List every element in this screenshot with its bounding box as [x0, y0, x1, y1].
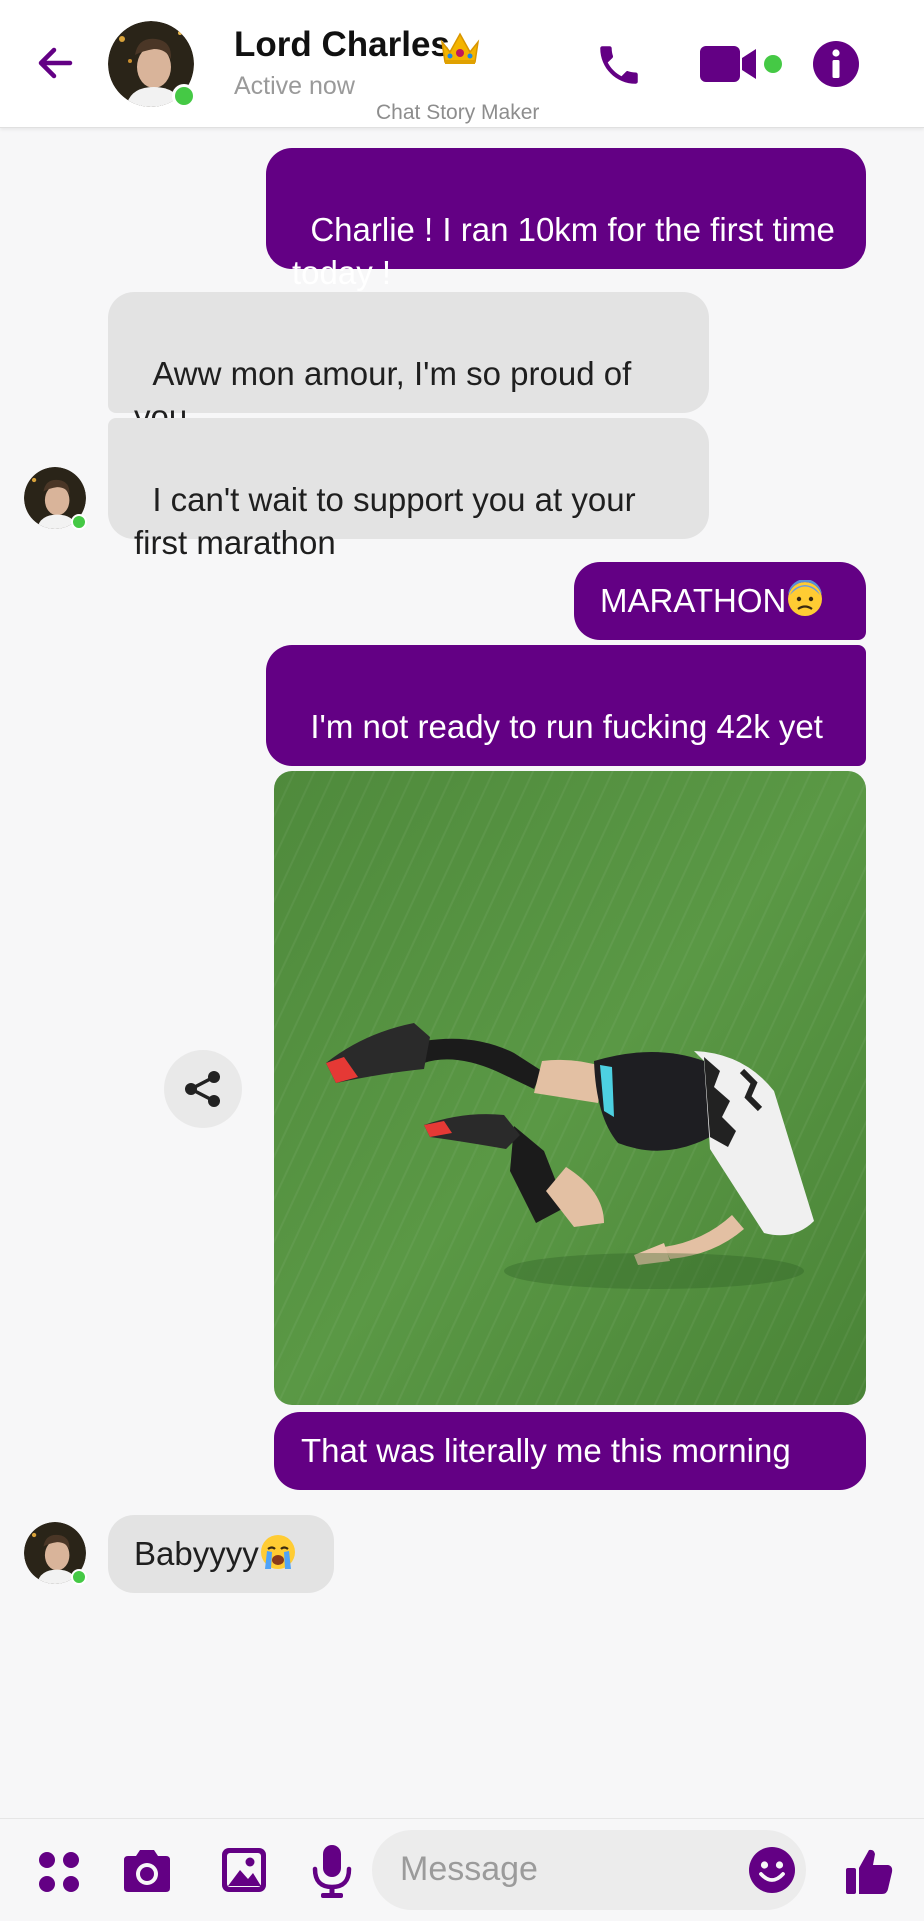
message-text: MARATHON — [600, 582, 787, 619]
sent-message[interactable]: I'm not ready to run fucking 42k yet — [266, 645, 866, 766]
apps-icon[interactable] — [36, 1849, 82, 1895]
crown-icon — [440, 32, 480, 64]
contact-avatar-small[interactable] — [24, 467, 87, 530]
back-arrow-icon[interactable] — [30, 38, 80, 88]
chat-header: Lord Charles Active now Chat Story Maker — [0, 0, 924, 128]
anxious-face-icon — [788, 580, 823, 616]
microphone-icon[interactable] — [310, 1843, 354, 1899]
online-indicator — [172, 84, 196, 108]
sent-message[interactable]: MARATHON — [574, 562, 866, 640]
video-camera-icon[interactable] — [700, 44, 762, 84]
share-icon — [185, 1071, 220, 1107]
photo-message[interactable] — [274, 771, 866, 1405]
camera-icon[interactable] — [120, 1848, 174, 1894]
message-text: Babyyyy — [134, 1535, 259, 1572]
gallery-icon[interactable] — [220, 1846, 268, 1894]
sent-message[interactable]: That was literally me this morning — [274, 1412, 866, 1490]
active-status: Active now — [234, 72, 355, 100]
contact-name[interactable]: Lord Charles — [234, 25, 450, 65]
sent-message[interactable]: Charlie ! I ran 10km for the first time … — [266, 148, 866, 291]
contact-avatar-small[interactable] — [24, 1522, 87, 1585]
message-text: I'm not ready to run fucking 42k yet — [310, 708, 823, 745]
received-message[interactable]: Babyyyy — [108, 1515, 334, 1593]
info-icon[interactable] — [812, 40, 860, 88]
received-message[interactable]: Aww mon amour, I'm so proud of you — [108, 292, 709, 473]
video-online-indicator — [764, 55, 782, 73]
message-text: That was literally me this morning — [301, 1432, 791, 1469]
message-text: Charlie ! I ran 10km for the first time … — [292, 211, 845, 291]
message-text: I can't wait to support you at your firs… — [134, 481, 645, 561]
contact-avatar[interactable] — [108, 21, 196, 108]
message-input[interactable] — [400, 1830, 730, 1908]
watermark: Chat Story Maker — [376, 101, 540, 124]
emoji-icon[interactable] — [748, 1846, 796, 1894]
crying-face-icon — [260, 1535, 295, 1569]
message-field[interactable] — [372, 1830, 806, 1910]
online-indicator — [71, 514, 87, 530]
received-message[interactable]: I can't wait to support you at your firs… — [108, 418, 709, 561]
phone-icon[interactable] — [594, 40, 644, 90]
share-button[interactable] — [164, 1050, 242, 1128]
online-indicator — [71, 1569, 87, 1585]
message-composer — [0, 1818, 924, 1921]
thumbs-up-icon[interactable] — [844, 1846, 894, 1896]
